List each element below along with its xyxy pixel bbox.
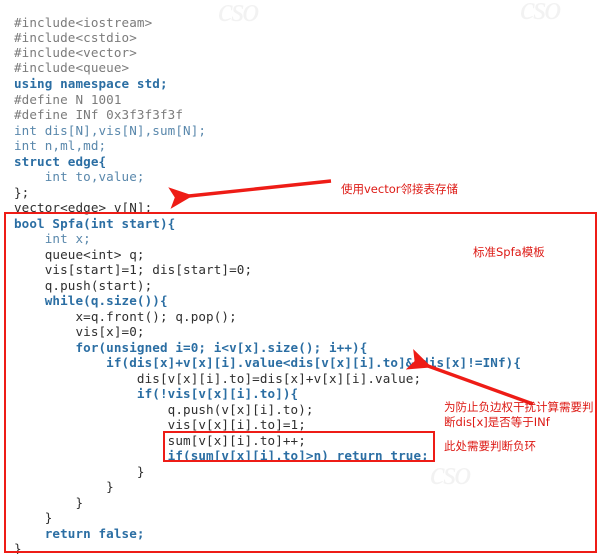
code-line: sum[v[x][i].to]++; — [14, 433, 306, 449]
code-line-text: } — [14, 495, 84, 510]
code-line: bool Spfa(int start){ — [14, 216, 175, 232]
code-line: return false; — [14, 526, 145, 542]
code-line-text: vis[start]=1; dis[start]=0; — [14, 262, 253, 277]
code-line-text: int x; — [14, 231, 91, 246]
note-negative-cycle: 此处需要判断负环 — [444, 439, 536, 453]
code-line: #include<queue> — [14, 60, 129, 76]
code-line-text: dis[v[x][i].to]=dis[x]+v[x][i].value; — [14, 371, 422, 386]
code-line-text: using namespace std; — [14, 76, 168, 91]
note-spfa-template: 标准Spfa模板 — [473, 245, 545, 259]
code-line-text: sum[v[x][i].to]++; — [14, 433, 306, 448]
code-line-text: int n,ml,md; — [14, 138, 107, 153]
code-line: } — [14, 464, 145, 480]
code-line: for(unsigned i=0; i<v[x].size(); i++){ — [14, 340, 367, 356]
code-line: if(!vis[v[x][i].to]){ — [14, 386, 298, 402]
code-line: struct edge{ — [14, 154, 106, 170]
code-line-text: } — [14, 464, 145, 479]
code-line-text: } — [14, 541, 22, 554]
code-line-text: #define N 1001 — [14, 92, 122, 107]
code-line-text: queue<int> q; — [14, 247, 145, 262]
code-line-text: q.push(v[x][i].to); — [14, 402, 314, 417]
code-line: int n,ml,md; — [14, 138, 106, 154]
code-line: vis[x]=0; — [14, 324, 145, 340]
code-line: vis[start]=1; dis[start]=0; — [14, 262, 252, 278]
code-line-text: for(unsigned i=0; i<v[x].size(); i++){ — [14, 340, 368, 355]
code-line-text: vector<edge> v[N]; — [14, 200, 153, 215]
code-line-text: } — [14, 479, 114, 494]
code-line: using namespace std; — [14, 76, 168, 92]
code-line-text: int to,value; — [14, 169, 145, 184]
code-line: if(sum[v[x][i].to]>n) return true; — [14, 448, 429, 464]
code-line: } — [14, 541, 22, 554]
code-line: } — [14, 510, 53, 526]
code-line: #define N 1001 — [14, 92, 122, 108]
code-line-text: vis[x]=0; — [14, 324, 145, 339]
code-line: } — [14, 495, 83, 511]
code-line-text: #include<iostream> — [14, 15, 153, 30]
code-line: queue<int> q; — [14, 247, 145, 263]
code-line-text: return false; — [14, 526, 145, 541]
code-line-text: if(sum[v[x][i].to]>n) return true; — [14, 448, 429, 463]
code-line: int to,value; — [14, 169, 145, 185]
code-line-text: if(dis[x]+v[x][i].value<dis[v[x][i].to]&… — [14, 355, 522, 370]
code-line-text: #define INf 0x3f3f3f3f — [14, 107, 184, 122]
code-line-text: if(!vis[v[x][i].to]){ — [14, 386, 299, 401]
note-negative-edge: 为防止负边权干扰计算需要判 断dis[x]是否等于INf — [444, 400, 594, 429]
code-line: #include<cstdio> — [14, 30, 137, 46]
code-line: dis[v[x][i].to]=dis[x]+v[x][i].value; — [14, 371, 421, 387]
code-line-text: vis[v[x][i].to]=1; — [14, 417, 306, 432]
code-line: int x; — [14, 231, 91, 247]
code-line-text: int dis[N],vis[N],sum[N]; — [14, 123, 207, 138]
note-vector-storage: 使用vector邻接表存储 — [341, 182, 458, 196]
code-line: #include<vector> — [14, 45, 137, 61]
screenshot-root: cso cso cso #include<iostream> #include<… — [0, 0, 603, 554]
code-line: x=q.front(); q.pop(); — [14, 309, 237, 325]
code-line-text: }; — [14, 185, 30, 200]
code-line-text: x=q.front(); q.pop(); — [14, 309, 237, 324]
code-line-text: struct edge{ — [14, 154, 107, 169]
code-editor-area[interactable]: #include<iostream> #include<cstdio> #inc… — [0, 0, 603, 554]
code-line-text: q.push(start); — [14, 278, 153, 293]
code-line: #define INf 0x3f3f3f3f — [14, 107, 183, 123]
code-line-text: bool Spfa(int start){ — [14, 216, 176, 231]
code-line-text: #include<cstdio> — [14, 30, 137, 45]
code-line: #include<iostream> — [14, 15, 152, 31]
code-line-text: } — [14, 510, 53, 525]
code-line-text: #include<vector> — [14, 45, 137, 60]
code-line: q.push(v[x][i].to); — [14, 402, 314, 418]
code-line: while(q.size()){ — [14, 293, 168, 309]
code-line: } — [14, 479, 114, 495]
code-line: int dis[N],vis[N],sum[N]; — [14, 123, 206, 139]
code-line: vis[v[x][i].to]=1; — [14, 417, 306, 433]
code-line-text: #include<queue> — [14, 60, 130, 75]
code-line: q.push(start); — [14, 278, 152, 294]
code-line: if(dis[x]+v[x][i].value<dis[v[x][i].to]&… — [14, 355, 521, 371]
code-line-text: while(q.size()){ — [14, 293, 168, 308]
code-line: }; — [14, 185, 29, 201]
code-line: vector<edge> v[N]; — [14, 200, 152, 216]
